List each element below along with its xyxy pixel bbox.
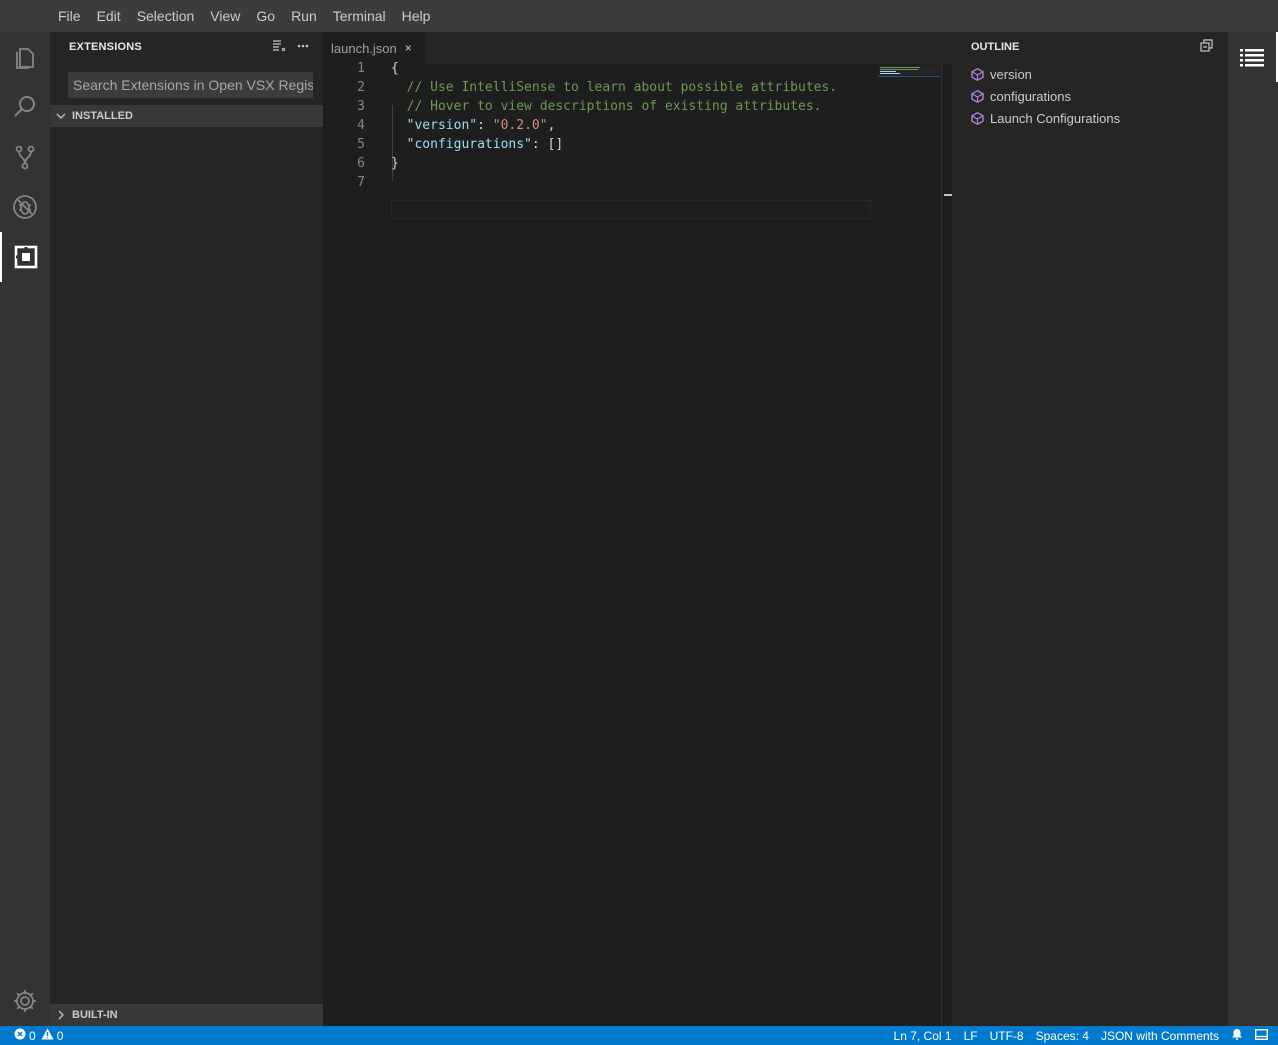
indentation[interactable]: Spaces: 4 xyxy=(1036,1029,1089,1043)
code-token: // Hover to view descriptions of existin… xyxy=(391,99,822,114)
line-number: 6 xyxy=(357,156,365,171)
sidebar-title: EXTENSIONS xyxy=(69,41,142,53)
menu-item-go[interactable]: Go xyxy=(248,0,283,32)
line-number: 7 xyxy=(357,175,365,190)
sidebar-actions xyxy=(271,38,311,54)
problems-indicator[interactable]: 0 0 xyxy=(14,1026,63,1045)
line-number: 3 xyxy=(357,99,365,114)
settings-gear-icon[interactable] xyxy=(0,976,50,1026)
tab-label: launch.json xyxy=(331,40,397,56)
code-token: , xyxy=(547,118,556,133)
extensions-sidebar: EXTENSIONS Search Extensions in Open VSX… xyxy=(50,32,323,1026)
menu-items: File Edit Selection View Go Run Terminal Help xyxy=(50,0,438,32)
line-content: } xyxy=(391,154,399,173)
close-icon[interactable]: × xyxy=(405,41,412,55)
code-line[interactable]: 5 "configurations": [] xyxy=(323,135,943,154)
chevron-right-icon xyxy=(50,1010,72,1020)
code-token: "version" xyxy=(406,118,478,133)
line-content: // Hover to view descriptions of existin… xyxy=(391,97,822,116)
clear-extensions-icon[interactable] xyxy=(271,38,287,54)
toggle-panel-icon[interactable] xyxy=(1254,1028,1269,1043)
code-token: "0.2.0" xyxy=(492,118,548,133)
code-line[interactable]: 7 xyxy=(323,173,943,192)
code-token: : [] xyxy=(531,137,564,152)
debug-icon[interactable] xyxy=(0,182,50,232)
code-token: // Use IntelliSense to learn about possi… xyxy=(391,80,838,95)
vertical-scrollbar[interactable] xyxy=(941,64,953,1026)
outline-item[interactable]: Launch Configurations xyxy=(971,107,1120,129)
outline-view-icon[interactable] xyxy=(1228,32,1278,82)
outline-item-label: configurations xyxy=(990,88,1071,104)
code-line[interactable]: 4 "version": "0.2.0", xyxy=(323,116,943,135)
outline-item-label: Launch Configurations xyxy=(990,110,1121,126)
line-number: 1 xyxy=(357,61,365,76)
warning-icon xyxy=(41,1028,54,1043)
installed-section-header[interactable]: INSTALLED xyxy=(50,105,323,127)
builtin-section-header[interactable]: BUILT-IN xyxy=(50,1004,323,1026)
line-number: 4 xyxy=(357,118,365,133)
code-token: "configurations" xyxy=(406,137,532,152)
extensions-search-input[interactable]: Search Extensions in Open VSX Registry xyxy=(68,72,313,98)
code-line[interactable]: 6} xyxy=(323,154,943,173)
module-icon xyxy=(971,111,984,125)
code-editor[interactable]: 1{2 // Use IntelliSense to learn about p… xyxy=(323,59,943,219)
outline-panel: OUTLINE version configurations Launch Conf… xyxy=(952,32,1228,1026)
status-bar: 0 0 Ln 7, Col 1 LF UTF-8 Spaces: 4 JSON … xyxy=(0,1026,1278,1045)
activity-bar xyxy=(0,32,50,1026)
right-activity-bar xyxy=(1228,32,1278,1026)
code-token: } xyxy=(391,156,399,171)
module-icon xyxy=(971,67,984,81)
line-content: { xyxy=(391,59,399,78)
status-bar-right: Ln 7, Col 1 LF UTF-8 Spaces: 4 JSON with… xyxy=(894,1026,1269,1045)
menu-item-selection[interactable]: Selection xyxy=(129,0,203,32)
line-content: "version": "0.2.0", xyxy=(391,116,556,135)
encoding[interactable]: UTF-8 xyxy=(990,1029,1024,1043)
warning-count: 0 xyxy=(56,1028,64,1043)
outline-item-label: version xyxy=(990,66,1032,82)
editor-area: launch.json × 1{2 // Use IntelliSense to… xyxy=(323,32,953,1026)
end-of-line[interactable]: LF xyxy=(964,1029,978,1043)
code-token: : xyxy=(477,118,493,133)
more-actions-icon[interactable] xyxy=(295,38,311,54)
code-token: { xyxy=(391,61,399,76)
extensions-icon[interactable] xyxy=(0,232,50,282)
line-content: "configurations": [] xyxy=(391,135,564,154)
menu-item-terminal[interactable]: Terminal xyxy=(325,0,394,32)
installed-section-label: INSTALLED xyxy=(72,110,133,122)
menu-item-edit[interactable]: Edit xyxy=(89,0,129,32)
code-line[interactable]: 2 // Use IntelliSense to learn about pos… xyxy=(323,78,943,97)
menu-item-help[interactable]: Help xyxy=(394,0,439,32)
code-line[interactable]: 1{ xyxy=(323,59,943,78)
menu-bar: File Edit Selection View Go Run Terminal Help xyxy=(0,0,1278,32)
code-line[interactable]: 3 // Hover to view descriptions of exist… xyxy=(323,97,943,116)
menu-item-view[interactable]: View xyxy=(202,0,248,32)
explorer-icon[interactable] xyxy=(0,32,50,82)
outline-title: OUTLINE xyxy=(971,41,1020,53)
chevron-down-icon xyxy=(50,111,72,121)
outline-item[interactable]: configurations xyxy=(971,85,1071,107)
search-icon[interactable] xyxy=(0,82,50,132)
language-mode[interactable]: JSON with Comments xyxy=(1101,1029,1219,1043)
outline-item[interactable]: version xyxy=(971,63,1032,85)
menu-item-file[interactable]: File xyxy=(50,0,89,32)
cursor-position[interactable]: Ln 7, Col 1 xyxy=(894,1029,952,1043)
line-number: 2 xyxy=(357,80,365,95)
minimap[interactable] xyxy=(878,65,940,77)
collapse-all-icon[interactable] xyxy=(1200,39,1216,55)
current-line-highlight xyxy=(391,200,871,219)
line-content: // Use IntelliSense to learn about possi… xyxy=(391,78,837,97)
error-icon xyxy=(14,1028,26,1043)
builtin-section-label: BUILT-IN xyxy=(72,1009,118,1021)
line-number: 5 xyxy=(357,137,365,152)
bell-icon[interactable] xyxy=(1231,1028,1243,1043)
error-count: 0 xyxy=(29,1028,36,1043)
module-icon xyxy=(971,89,984,103)
menu-item-run[interactable]: Run xyxy=(283,0,325,32)
source-control-icon[interactable] xyxy=(0,132,50,182)
